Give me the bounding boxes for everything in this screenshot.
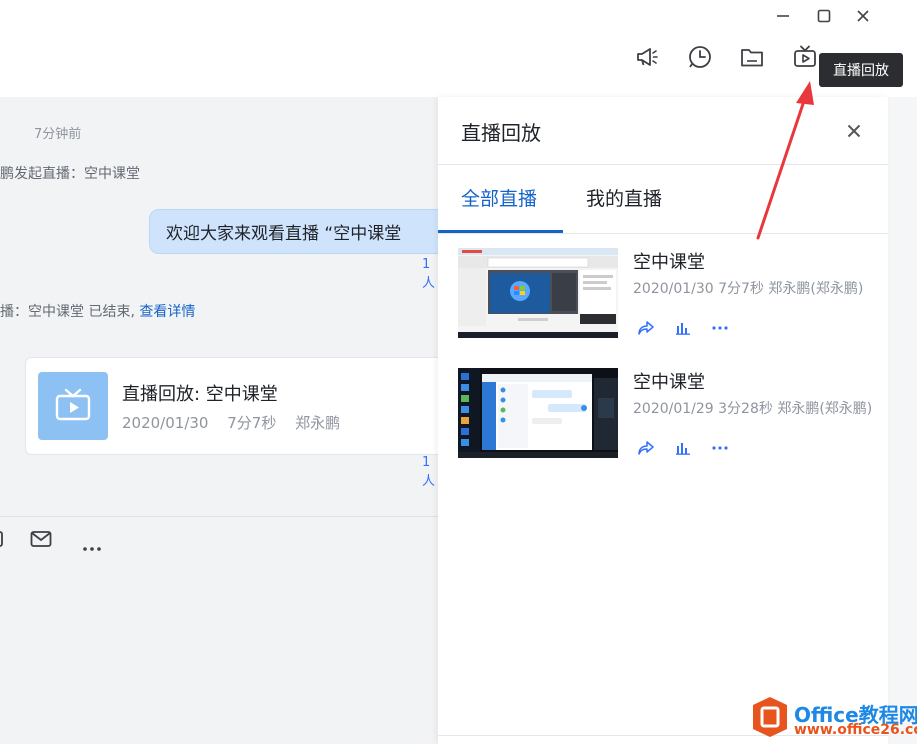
announcement-icon[interactable] [632,42,662,72]
share-icon[interactable] [636,320,656,336]
panel-close-icon[interactable] [842,119,866,143]
chat-area: 7分钟前 鹏发起直播：空中课堂 欢迎大家来观看直播 “空中课堂 1人 播：空中课… [0,97,438,744]
history-icon[interactable] [685,42,715,72]
replay-thumbnail[interactable] [458,248,618,338]
mail-icon[interactable] [30,529,52,553]
live-replay-icon[interactable] [790,42,820,72]
replay-meta: 2020/01/30 7分7秒 郑永鹏(郑永鹏) [633,281,864,297]
tab-all-live[interactable]: 全部直播 [461,184,537,211]
more-icon[interactable] [710,320,730,336]
watermark: Office教程网 www.office26.com [750,691,917,744]
system-message-end: 播：空中课堂 已结束, 查看详情 [0,301,195,321]
replay-thumbnail[interactable] [458,368,618,458]
office-logo-icon [753,697,787,737]
panel-divider [438,164,888,165]
replay-card-title: 直播回放: 空中课堂 [122,384,278,405]
tabs-divider [438,233,888,234]
folder-icon[interactable] [737,42,767,72]
minimize-icon[interactable] [771,4,795,28]
close-icon[interactable] [851,4,875,28]
replay-card[interactable]: 直播回放: 空中课堂 2020/01/30 7分7秒 郑永鹏 [25,357,438,455]
more-icon[interactable] [710,440,730,456]
message-time: 7分钟前 [34,127,82,142]
replay-title: 空中课堂 [633,252,705,273]
stats-icon[interactable] [673,320,693,336]
tv-icon [55,388,91,421]
input-divider [0,516,438,517]
input-tool-icon[interactable] [0,529,6,553]
system-message-start: 鹏发起直播：空中课堂 [0,166,140,182]
tooltip: 直播回放 [819,53,903,87]
replay-meta: 2020/01/29 3分28秒 郑永鹏(郑永鹏) [633,401,873,417]
panel-title: 直播回放 [461,121,541,145]
share-icon[interactable] [636,440,656,456]
message-text: 欢迎大家来观看直播 “空中课堂 [166,224,402,244]
replay-title: 空中课堂 [633,372,705,393]
replay-list-item[interactable]: 空中课堂 2020/01/30 7分7秒 郑永鹏(郑永鹏) [438,248,888,340]
system-message-end-text: 播：空中课堂 已结束, [0,304,135,320]
more-icon[interactable] [82,537,102,556]
read-count[interactable]: 1人 [422,257,438,291]
annotation-arrow [756,81,814,240]
replay-list-item[interactable]: 空中课堂 2020/01/29 3分28秒 郑永鹏(郑永鹏) [438,368,888,460]
maximize-icon[interactable] [812,4,836,28]
view-details-link[interactable]: 查看详情 [139,304,195,320]
replay-card-meta: 2020/01/30 7分7秒 郑永鹏 [122,414,341,432]
read-count[interactable]: 1人 [422,455,438,489]
tab-my-live[interactable]: 我的直播 [586,184,662,211]
replay-card-thumbnail [38,372,108,440]
live-replay-panel: 直播回放 全部直播 我的直播 空中课堂 2020/01/30 7分7秒 郑永鹏(… [438,97,888,744]
message-bubble[interactable]: 欢迎大家来观看直播 “空中课堂 [149,209,438,254]
watermark-url: www.office26.com [794,722,917,738]
stats-icon[interactable] [673,440,693,456]
